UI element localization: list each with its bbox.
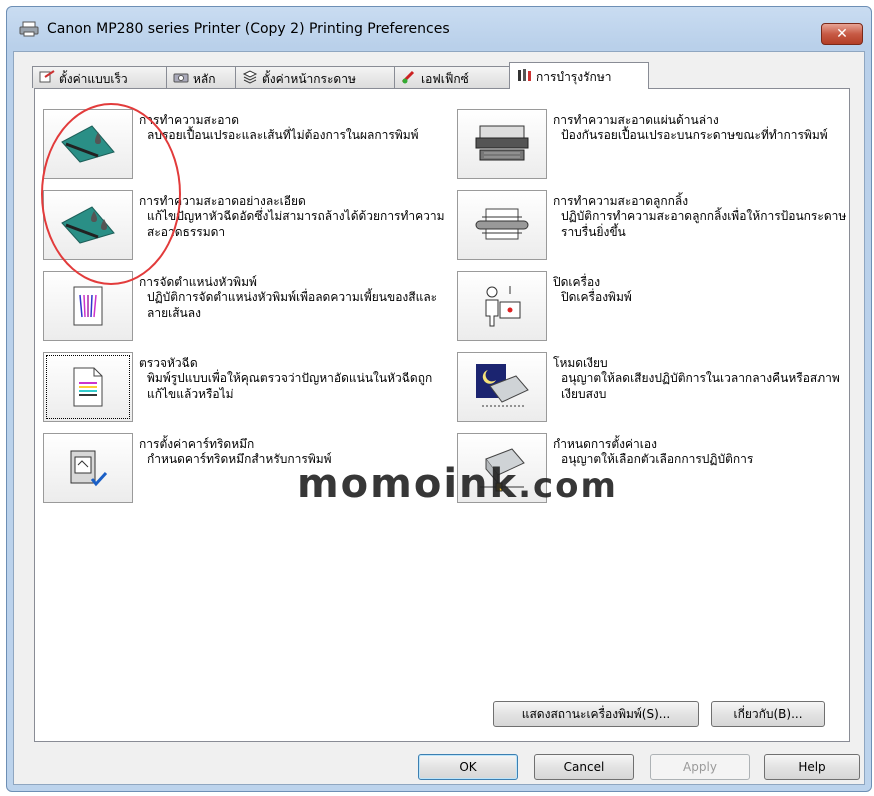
tab-label: เอฟเฟ็กซ์ bbox=[421, 72, 469, 86]
tab-maintenance[interactable]: การบำรุงรักษา bbox=[509, 62, 649, 89]
nozzle-check-button[interactable] bbox=[43, 352, 133, 422]
item-description: แก้ไขปัญหาหัวฉีดอัดซึ่งไม่สามารถล้างได้ด… bbox=[147, 209, 445, 239]
bottom-plate-cleaning-button[interactable] bbox=[457, 109, 547, 179]
page-setup-icon bbox=[242, 70, 258, 84]
roller-cleaning-icon bbox=[475, 208, 529, 240]
item-nozzle-check: ตรวจหัวฉีด พิมพ์รูปแบบเพื่อให้คุณตรวจว่า… bbox=[43, 352, 453, 428]
window-title: Canon MP280 series Printer (Copy 2) Prin… bbox=[47, 21, 450, 37]
item-description: ป้องกันรอยเปื้อนเปรอะบนกระดาษขณะที่ทำการ… bbox=[561, 128, 828, 142]
item-description: ปฏิบัติการจัดตำแหน่งหัวพิมพ์เพื่อลดความเ… bbox=[147, 290, 438, 320]
ink-cartridge-settings-button[interactable] bbox=[43, 433, 133, 503]
tab-quick-setup[interactable]: ตั้งค่าแบบเร็ว bbox=[32, 66, 167, 88]
ok-button[interactable]: OK bbox=[418, 754, 518, 780]
tab-label: หลัก bbox=[193, 72, 216, 86]
item-description: ลบรอยเปื้อนเปรอะและเส้นที่ไม่ต้องการในผล… bbox=[147, 128, 419, 142]
apply-button[interactable]: Apply bbox=[650, 754, 750, 780]
bottom-plate-cleaning-icon bbox=[475, 125, 529, 161]
item-description: ปิดเครื่องพิมพ์ bbox=[561, 290, 632, 304]
watermark: momoink.com bbox=[297, 461, 618, 507]
tab-label: ตั้งค่าหน้ากระดาษ bbox=[262, 72, 356, 86]
maintenance-icon bbox=[518, 69, 531, 81]
about-button[interactable]: เกี่ยวกับ(B)... bbox=[711, 701, 825, 727]
tab-page-setup[interactable]: ตั้งค่าหน้ากระดาษ bbox=[235, 66, 395, 88]
annotation-circle bbox=[41, 103, 181, 285]
quiet-mode-button[interactable] bbox=[457, 352, 547, 422]
effects-icon bbox=[401, 70, 415, 84]
item-quiet-mode: โหมดเงียบ อนุญาตให้ลดเสียงปฏิบัติการในเว… bbox=[457, 352, 847, 428]
cancel-button[interactable]: Cancel bbox=[534, 754, 634, 780]
maintenance-panel: การทำความสะอาด ลบรอยเปื้อนเปรอะและเส้นที… bbox=[34, 88, 850, 742]
watermark-tld: .com bbox=[518, 466, 618, 506]
quick-setup-icon bbox=[39, 70, 55, 83]
power-off-button[interactable] bbox=[457, 271, 547, 341]
quiet-mode-icon bbox=[476, 364, 529, 407]
title-bar[interactable]: Canon MP280 series Printer (Copy 2) Prin… bbox=[7, 7, 871, 51]
item-description: อนุญาตให้ลดเสียงปฏิบัติการในเวลากลางคืนห… bbox=[561, 371, 840, 401]
tab-main[interactable]: หลัก bbox=[166, 66, 236, 88]
view-printer-status-button[interactable]: แสดงสถานะเครื่องพิมพ์(S)... bbox=[493, 701, 699, 727]
tab-label: ตั้งค่าแบบเร็ว bbox=[59, 72, 128, 86]
dialog-content: ตั้งค่าแบบเร็ว หลัก ตั้งค่าหน้ากระดาษ เอ… bbox=[13, 51, 865, 785]
watermark-brand: momoink bbox=[297, 461, 519, 507]
panel-divider bbox=[49, 683, 835, 684]
item-description: พิมพ์รูปแบบเพื่อให้คุณตรวจว่าปัญหาอัดแน่… bbox=[147, 371, 433, 401]
printer-icon bbox=[19, 21, 39, 37]
help-button[interactable]: Help bbox=[764, 754, 860, 780]
item-roller-cleaning: การทำความสะอาดลูกกลิ้ง ปฏิบัติการทำความส… bbox=[457, 190, 847, 266]
nozzle-check-icon bbox=[73, 367, 103, 407]
printing-preferences-window: Canon MP280 series Printer (Copy 2) Prin… bbox=[6, 6, 872, 792]
item-power-off: ปิดเครื่อง ปิดเครื่องพิมพ์ bbox=[457, 271, 847, 347]
close-button[interactable]: ✕ bbox=[821, 23, 863, 45]
ink-cartridge-settings-icon bbox=[70, 450, 108, 487]
tab-effects[interactable]: เอฟเฟ็กซ์ bbox=[394, 66, 510, 88]
roller-cleaning-button[interactable] bbox=[457, 190, 547, 260]
item-bottom-plate-cleaning: การทำความสะอาดแผ่นด้านล่าง ป้องกันรอยเปื… bbox=[457, 109, 847, 185]
item-description: ปฏิบัติการทำความสะอาดลูกกลิ้งเพื่อให้การ… bbox=[561, 209, 847, 239]
tab-label: การบำรุงรักษา bbox=[536, 70, 612, 84]
power-off-icon bbox=[485, 286, 521, 327]
main-icon bbox=[173, 73, 189, 83]
print-head-alignment-icon bbox=[73, 286, 103, 326]
